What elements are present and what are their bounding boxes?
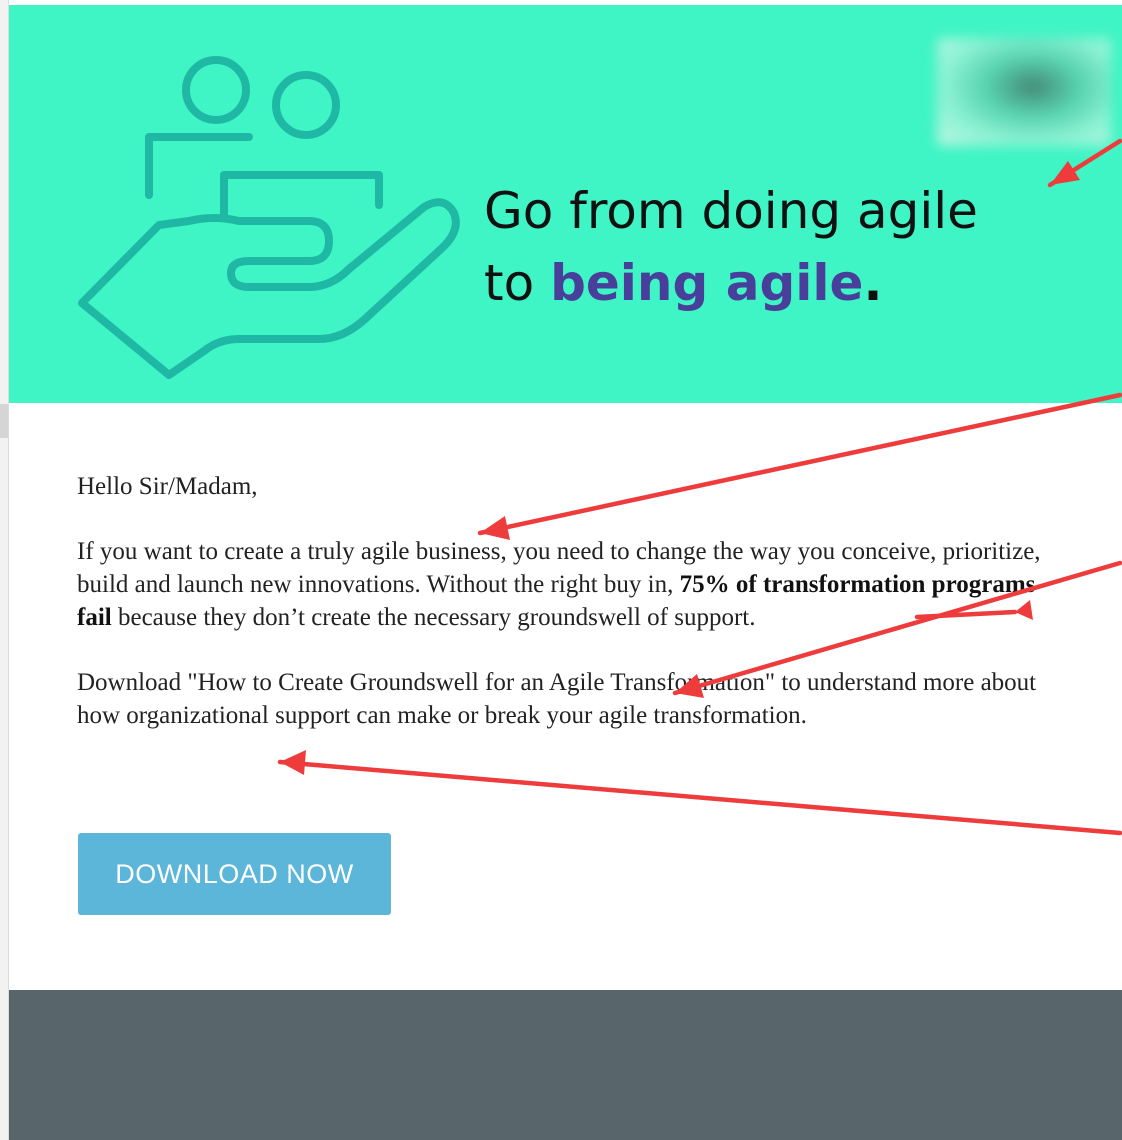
paragraph-download: Download "How to Create Groundswell for … [77, 669, 1037, 729]
greeting: Hello Sir/Madam, [77, 473, 258, 500]
email-body: Hello Sir/Madam, If you want to create a… [77, 470, 1057, 764]
download-now-button[interactable]: DOWNLOAD NOW [78, 833, 391, 915]
headline-line-2: to being agile. [484, 247, 978, 319]
headline-line-1: Go from doing agile [484, 182, 978, 240]
paragraph-intro: If you want to create a truly agile busi… [77, 535, 1057, 634]
hero-headline: Go from doing agile to being agile. [484, 175, 978, 319]
headline-prefix: to [484, 254, 551, 312]
hand-holding-people-icon [78, 56, 460, 379]
hero-banner: Go from doing agile to being agile. [9, 5, 1122, 403]
email-page: Go from doing agile to being agile. Hell… [0, 0, 1122, 1140]
window-left-border [0, 0, 9, 1140]
footer-band [9, 990, 1122, 1140]
red-arrow-icon [277, 759, 1122, 836]
headline-period: . [863, 254, 883, 312]
brand-logo-blurred [937, 38, 1111, 146]
left-border-knob [0, 404, 8, 438]
headline-accent: being agile [550, 254, 864, 312]
paragraph-intro-tail: because they don’t create the necessary … [111, 604, 756, 631]
